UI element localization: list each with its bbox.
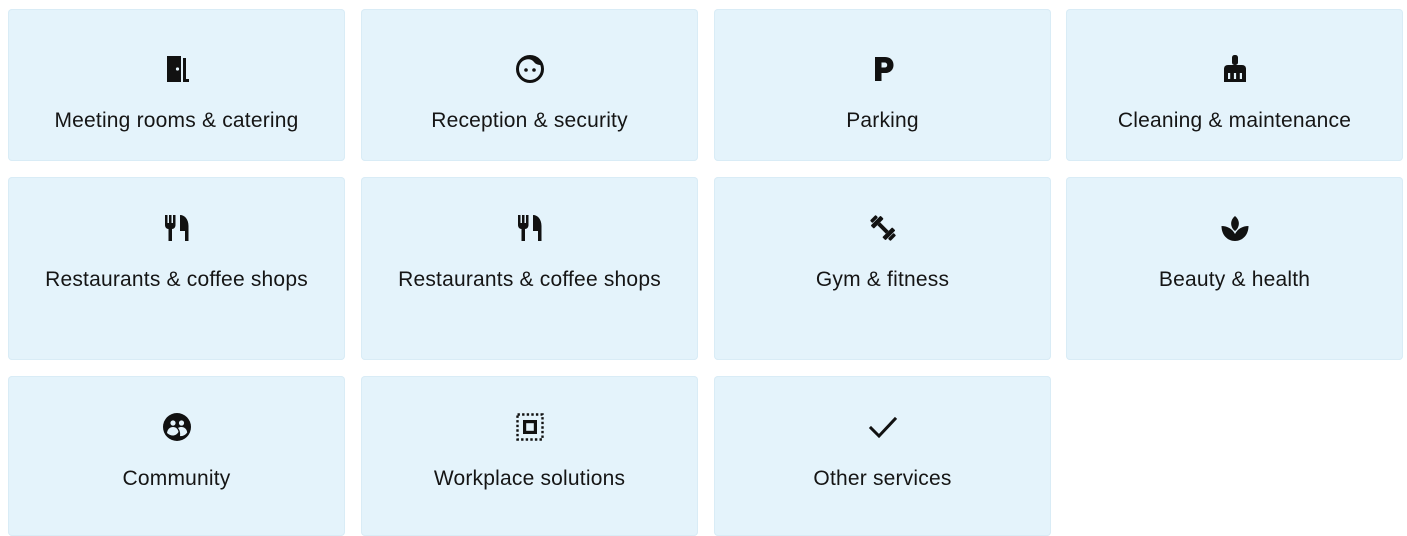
tile-restaurants-coffee-shops[interactable]: Restaurants & coffee shops [361, 177, 698, 360]
broom-icon [1218, 52, 1252, 86]
tile-label: Community [122, 467, 231, 490]
tile-label: Restaurants & coffee shops [45, 268, 308, 291]
tile-label: Gym & fitness [815, 268, 950, 291]
door-icon [160, 52, 194, 86]
community-icon [160, 410, 194, 444]
dumbbell-icon [866, 211, 900, 245]
tile-parking[interactable]: Parking [714, 9, 1051, 161]
parking-icon [866, 52, 900, 86]
services-grid: Meeting rooms & catering Reception & sec… [0, 0, 1407, 536]
tile-label: Other services [813, 467, 952, 490]
tile-label: Reception & security [431, 109, 628, 132]
tile-reception-security[interactable]: Reception & security [361, 9, 698, 161]
tile-meeting-rooms-catering[interactable]: Meeting rooms & catering [8, 9, 345, 161]
check-icon [866, 410, 900, 444]
tile-workplace-solutions[interactable]: Workplace solutions [361, 376, 698, 536]
tile-label: Cleaning & maintenance [1117, 109, 1352, 132]
face-icon [513, 52, 547, 86]
tile-restaurants-coffee-shops[interactable]: Restaurants & coffee shops [8, 177, 345, 360]
tile-label: Meeting rooms & catering [54, 109, 299, 132]
spa-icon [1218, 211, 1252, 245]
tile-label: Beauty & health [1158, 268, 1311, 291]
tile-community[interactable]: Community [8, 376, 345, 536]
cutlery-icon [160, 211, 194, 245]
tile-beauty-health[interactable]: Beauty & health [1066, 177, 1403, 360]
cutlery-icon [513, 211, 547, 245]
tile-cleaning-maintenance[interactable]: Cleaning & maintenance [1066, 9, 1403, 161]
tile-label: Workplace solutions [433, 467, 626, 490]
tile-other-services[interactable]: Other services [714, 376, 1051, 536]
tile-gym-fitness[interactable]: Gym & fitness [714, 177, 1051, 360]
tile-label: Parking [846, 109, 919, 132]
tile-label: Restaurants & coffee shops [398, 268, 661, 291]
select-area-icon [513, 410, 547, 444]
